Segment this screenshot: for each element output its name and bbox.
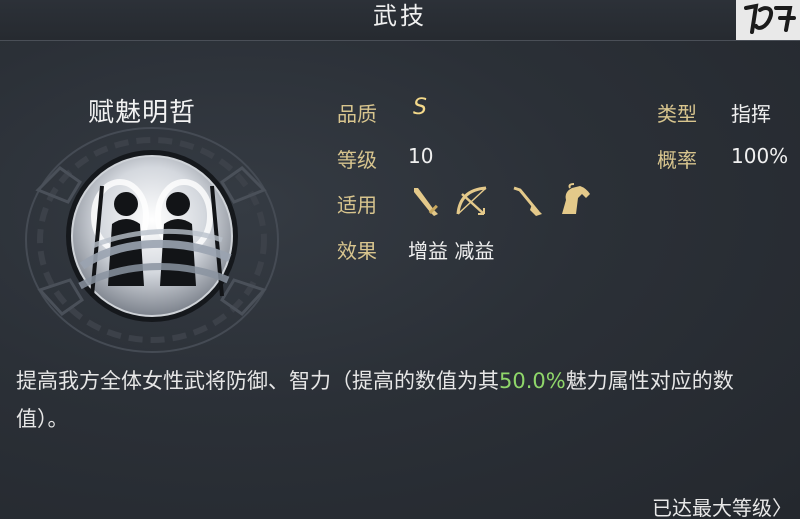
applies-label: 适用 — [337, 193, 377, 217]
level-label: 等级 — [337, 148, 377, 172]
effect-value: 增益 减益 — [408, 239, 495, 263]
horse-icon — [562, 183, 590, 214]
level-value: 10 — [408, 144, 434, 168]
skill-portrait-icon — [66, 150, 238, 322]
description-highlight: 50.0% — [499, 369, 566, 393]
type-label: 类型 — [657, 102, 697, 126]
page-title: 武技 — [373, 2, 427, 30]
sword-icon — [414, 188, 438, 216]
game-logo-icon — [736, 0, 800, 40]
rate-value: 100% — [731, 144, 789, 168]
max-level-link[interactable]: 已达最大等级〉 — [652, 492, 792, 519]
description-text: 提高我方全体女性武将防御、智力（提高的数值为其 — [16, 369, 499, 393]
header-bar: 武技 — [0, 0, 800, 41]
skill-detail-panel: 武技 赋魅明哲 品质 S 等级 10 适用 效果 增益 减益 类型 指挥 概率 … — [0, 0, 800, 519]
effect-label: 效果 — [337, 239, 377, 263]
quality-value: S — [413, 95, 427, 120]
skill-description: 提高我方全体女性武将防御、智力（提高的数值为其50.0%魅力属性对应的数值）。 — [16, 362, 786, 438]
rate-label: 概率 — [657, 148, 697, 172]
quality-label: 品质 — [337, 102, 377, 126]
bow-icon — [456, 186, 487, 215]
type-value: 指挥 — [731, 102, 771, 126]
spear-icon — [513, 186, 542, 216]
